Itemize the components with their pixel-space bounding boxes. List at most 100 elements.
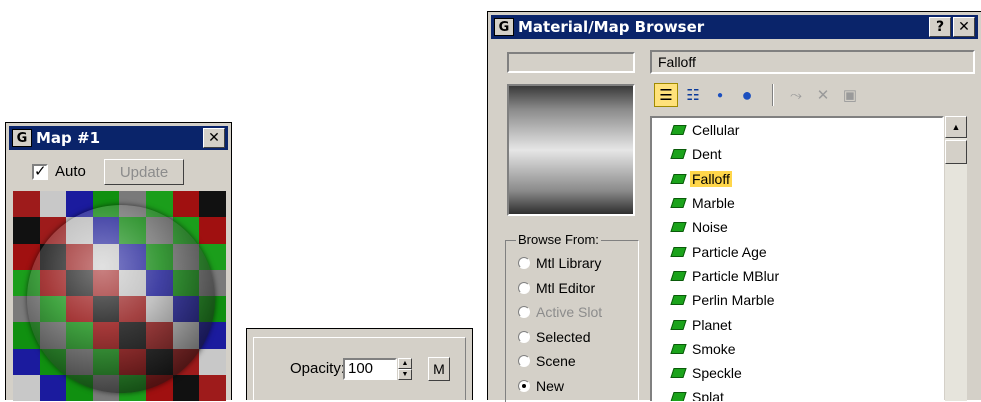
delete-icon[interactable]: ✕ bbox=[811, 83, 835, 107]
auto-label: Auto bbox=[55, 163, 86, 180]
list-item-label: Marble bbox=[692, 195, 735, 212]
opacity-label: Opacity: bbox=[290, 360, 346, 377]
spinner-up-icon[interactable]: ▲ bbox=[398, 358, 412, 369]
list-item[interactable]: Noise bbox=[652, 215, 942, 239]
map-type-icon bbox=[670, 319, 687, 330]
map-type-icon bbox=[670, 343, 687, 354]
checker-cell bbox=[13, 348, 40, 375]
map-title: Map #1 bbox=[36, 129, 101, 147]
radio-label: Selected bbox=[536, 328, 591, 345]
radio-button bbox=[518, 306, 530, 318]
list-text-icon[interactable]: ☰ bbox=[654, 83, 678, 107]
list-item[interactable]: Particle Age bbox=[652, 239, 942, 263]
close-icon[interactable]: ✕ bbox=[953, 17, 975, 37]
checker-cell bbox=[199, 374, 226, 401]
list-scrollbar[interactable]: ▲ bbox=[945, 116, 967, 401]
checker-cell bbox=[199, 217, 226, 244]
toolbar-separator bbox=[772, 84, 774, 106]
map-type-icon bbox=[670, 198, 687, 209]
list-item[interactable]: Smoke bbox=[652, 337, 942, 361]
browser-title: Material/Map Browser bbox=[518, 18, 705, 36]
auto-checkbox[interactable] bbox=[32, 162, 48, 180]
material-map-browser: G Material/Map Browser ? ✕ Falloff Brows… bbox=[487, 11, 981, 402]
checker-cell bbox=[39, 191, 67, 218]
list-item-label: Dent bbox=[692, 146, 722, 163]
map-name-field: Falloff bbox=[650, 50, 975, 74]
checker-cell bbox=[199, 191, 226, 218]
list-item[interactable]: Marble bbox=[652, 191, 942, 215]
list-item-label: Falloff bbox=[690, 170, 732, 187]
checker-cell bbox=[13, 374, 40, 401]
list-item[interactable]: Particle MBlur bbox=[652, 264, 942, 288]
list-item-label: Particle Age bbox=[692, 243, 767, 260]
map-titlebar[interactable]: G Map #1 ✕ bbox=[9, 126, 228, 150]
help-icon[interactable]: ? bbox=[929, 17, 951, 37]
app-icon: G bbox=[12, 129, 32, 147]
browser-titlebar[interactable]: G Material/Map Browser ? ✕ bbox=[491, 15, 978, 39]
update-scene-icon[interactable]: ⤳ bbox=[784, 83, 808, 107]
view-toolbar: ☰ ☷ ● ● ⤳ ✕ ▣ bbox=[654, 80, 865, 110]
scroll-thumb[interactable] bbox=[945, 140, 967, 164]
map-type-icon bbox=[670, 368, 687, 379]
list-item[interactable]: Planet bbox=[652, 312, 942, 336]
map-type-icon bbox=[670, 125, 687, 136]
radio-button[interactable] bbox=[518, 257, 530, 269]
map-type-icon bbox=[670, 295, 687, 306]
list-item[interactable]: Speckle bbox=[652, 361, 942, 385]
search-input[interactable] bbox=[507, 52, 635, 73]
opacity-group: Opacity: 100 ▲ ▼ M bbox=[253, 337, 466, 400]
scroll-up-icon[interactable]: ▲ bbox=[945, 116, 967, 138]
radio-button[interactable] bbox=[518, 379, 530, 392]
list-item-label: Particle MBlur bbox=[692, 267, 780, 284]
map-button[interactable]: M bbox=[428, 357, 450, 381]
map-type-icon bbox=[670, 149, 687, 160]
list-item[interactable]: Dent bbox=[652, 142, 942, 166]
map-type-icon bbox=[670, 222, 687, 233]
radio-button[interactable] bbox=[518, 281, 530, 294]
large-sphere-icon[interactable]: ● bbox=[735, 83, 759, 107]
radio-button[interactable] bbox=[518, 330, 530, 343]
spinner-down-icon[interactable]: ▼ bbox=[398, 369, 412, 380]
map-preview bbox=[13, 191, 226, 401]
radio-option[interactable]: Selected bbox=[518, 329, 590, 345]
list-item-label: Perlin Marble bbox=[692, 292, 775, 309]
checker-cell bbox=[13, 217, 40, 244]
falloff-preview bbox=[507, 84, 635, 216]
checker-cell bbox=[199, 348, 226, 375]
radio-label: Mtl Editor bbox=[536, 279, 596, 296]
small-sphere-icon[interactable]: ● bbox=[708, 83, 732, 107]
radio-option[interactable]: New bbox=[518, 378, 564, 394]
list-item[interactable]: Perlin Marble bbox=[652, 288, 942, 312]
clear-icon[interactable]: ▣ bbox=[838, 83, 862, 107]
map-list: Cellular Dent Falloff Marble Noise Particle A… bbox=[650, 116, 944, 401]
radio-label: New bbox=[536, 377, 565, 394]
list-item-label: Cellular bbox=[692, 122, 740, 139]
checker-cell bbox=[172, 374, 200, 401]
preview-sphere bbox=[27, 205, 215, 393]
app-icon: G bbox=[494, 18, 514, 36]
radio-label: Scene bbox=[536, 353, 576, 369]
list-item-label: Noise bbox=[692, 219, 728, 236]
list-item-label: Speckle bbox=[692, 365, 742, 382]
opacity-panel: Opacity: 100 ▲ ▼ M bbox=[246, 328, 473, 400]
checker-cell bbox=[13, 191, 40, 218]
close-icon[interactable]: ✕ bbox=[203, 128, 225, 148]
opacity-input[interactable]: 100 bbox=[343, 358, 397, 380]
map-window: G Map #1 ✕ Auto Update bbox=[5, 122, 232, 401]
list-item[interactable]: Splat bbox=[652, 385, 942, 401]
map-type-icon bbox=[670, 246, 687, 257]
radio-option: Active Slot bbox=[518, 304, 602, 320]
list-icons-icon[interactable]: ☷ bbox=[681, 83, 705, 107]
opacity-spinner[interactable]: ▲ ▼ bbox=[398, 358, 412, 380]
list-item-label: Splat bbox=[692, 389, 724, 401]
radio-option[interactable]: Mtl Editor bbox=[518, 280, 595, 296]
list-item[interactable]: Cellular bbox=[652, 118, 942, 142]
list-item[interactable]: Falloff bbox=[652, 167, 942, 191]
radio-label: Mtl Library bbox=[536, 255, 602, 271]
radio-button[interactable] bbox=[518, 355, 530, 367]
list-item-label: Smoke bbox=[692, 340, 736, 357]
radio-label: Active Slot bbox=[536, 304, 603, 320]
radio-option[interactable]: Scene bbox=[518, 353, 576, 369]
update-button[interactable]: Update bbox=[104, 159, 184, 185]
radio-option[interactable]: Mtl Library bbox=[518, 255, 601, 271]
